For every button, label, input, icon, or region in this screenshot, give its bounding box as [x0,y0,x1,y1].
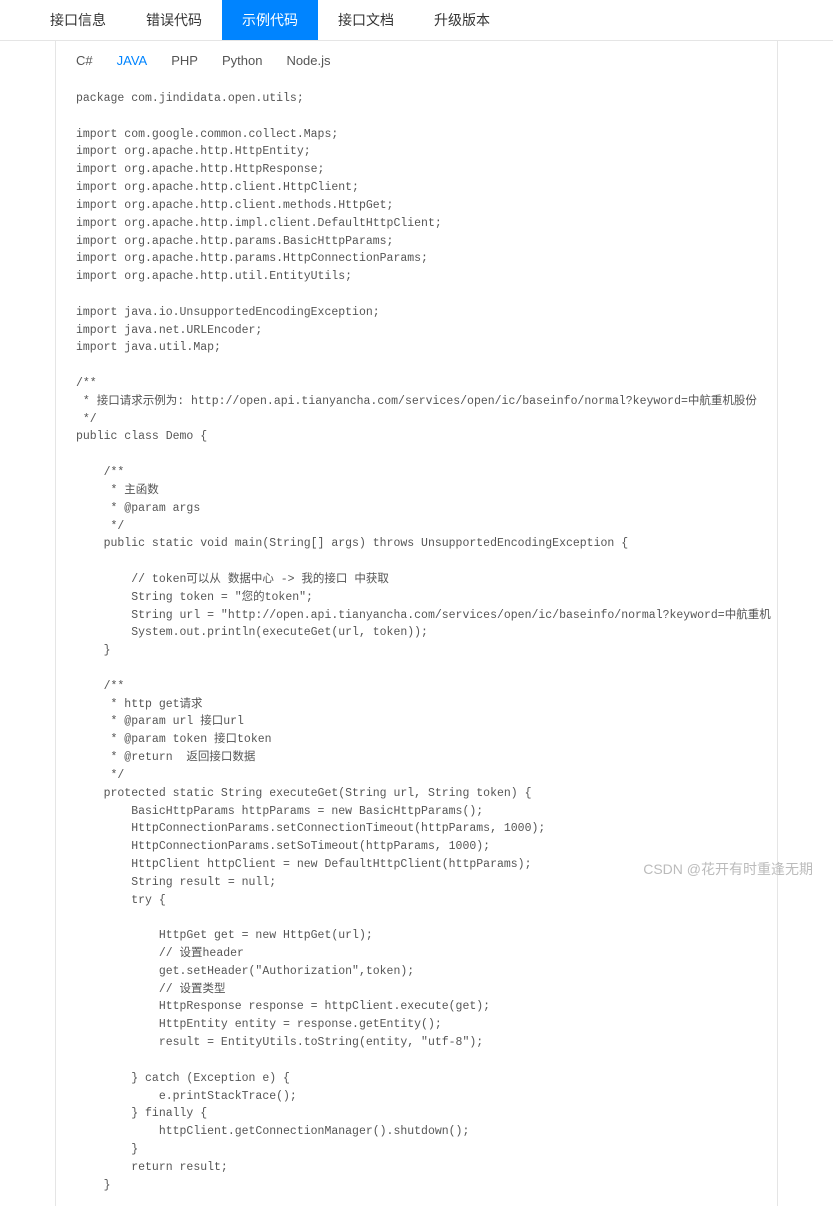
code-panel: C# JAVA PHP Python Node.js package com.j… [55,41,778,1206]
top-tabs: 接口信息 错误代码 示例代码 接口文档 升级版本 [0,0,833,41]
lang-tab-python[interactable]: Python [222,51,262,70]
language-tabs: C# JAVA PHP Python Node.js [56,41,777,78]
tab-upgrade-version[interactable]: 升级版本 [414,0,510,40]
tab-example-code[interactable]: 示例代码 [222,0,318,40]
tab-interface-doc[interactable]: 接口文档 [318,0,414,40]
lang-tab-csharp[interactable]: C# [76,51,93,70]
lang-tab-php[interactable]: PHP [171,51,198,70]
tab-interface-info[interactable]: 接口信息 [30,0,126,40]
lang-tab-java[interactable]: JAVA [117,51,148,70]
content-wrapper: C# JAVA PHP Python Node.js package com.j… [0,41,833,1206]
tab-error-code[interactable]: 错误代码 [126,0,222,40]
code-block: package com.jindidata.open.utils; import… [56,78,777,1206]
lang-tab-nodejs[interactable]: Node.js [286,51,330,70]
